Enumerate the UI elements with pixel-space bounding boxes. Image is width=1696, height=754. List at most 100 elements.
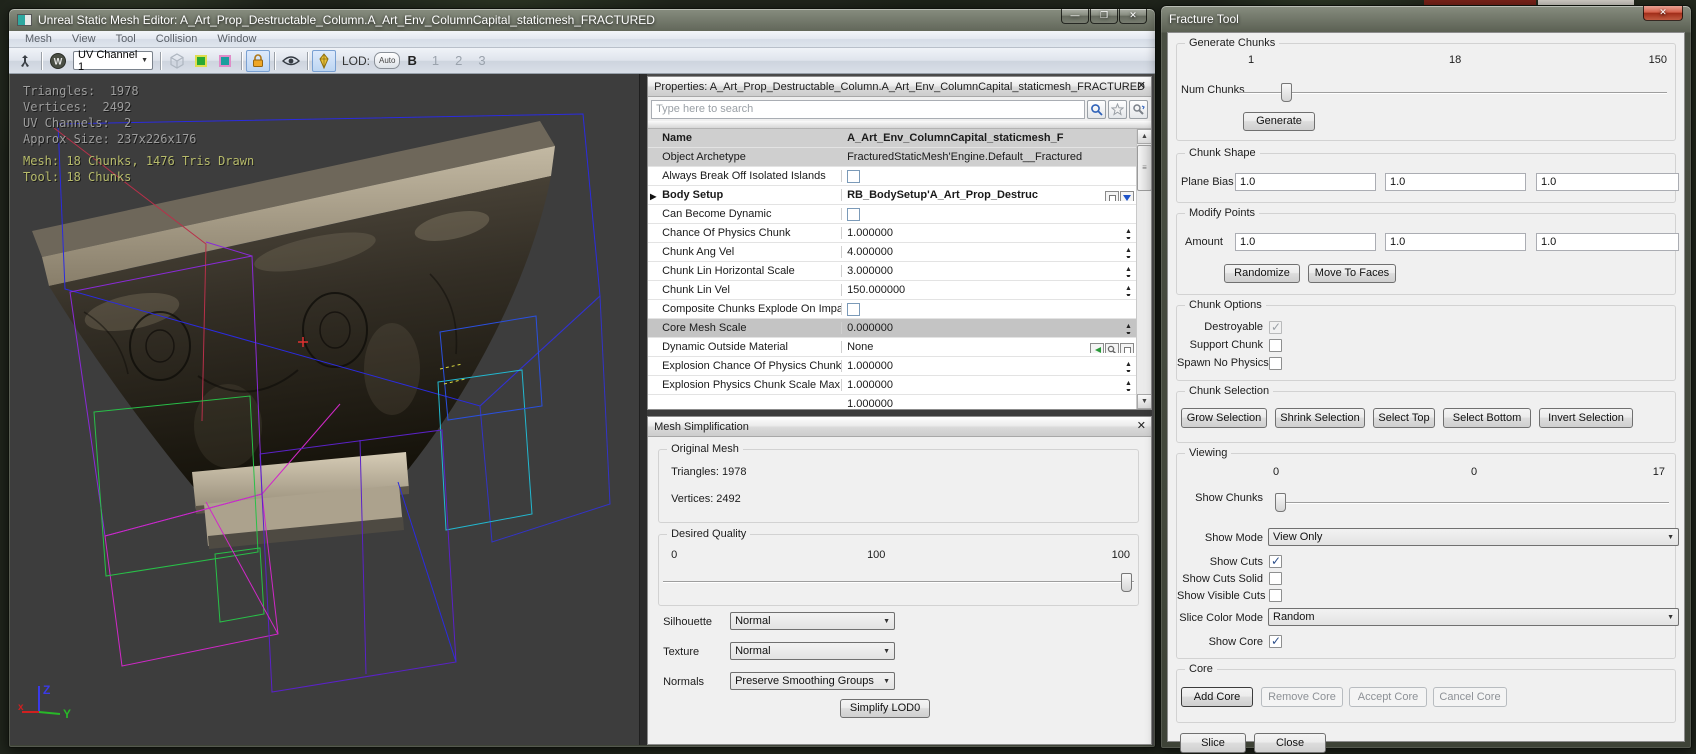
fracture-tool-button[interactable] xyxy=(312,50,336,72)
mesh-simplification-close-icon[interactable]: ✕ xyxy=(1137,419,1146,432)
property-row[interactable]: Name A_Art_Env_ColumnCapital_staticmesh_… xyxy=(648,129,1136,148)
checkbox[interactable] xyxy=(847,208,860,221)
cancel-core-button[interactable]: Cancel Core xyxy=(1433,687,1507,707)
checkbox[interactable] xyxy=(847,303,860,316)
show-core-checkbox[interactable] xyxy=(1269,635,1282,648)
quality-slider-track[interactable] xyxy=(663,581,1134,583)
show-uv-green-button[interactable] xyxy=(189,50,213,72)
fracture-titlebar[interactable]: Fracture Tool ✕ xyxy=(1161,6,1691,32)
show-mode-select[interactable]: View Only ▼ xyxy=(1268,528,1679,546)
menu-window[interactable]: Window xyxy=(209,33,268,45)
scrollbar-thumb[interactable]: ≡ xyxy=(1137,145,1151,191)
menu-mesh[interactable]: Mesh xyxy=(17,33,64,45)
realtime-button[interactable] xyxy=(279,50,303,72)
amount-x-input[interactable] xyxy=(1235,233,1376,251)
minimize-button[interactable]: — xyxy=(1061,9,1089,24)
value-spinner[interactable]: ▲▼ xyxy=(1123,380,1134,391)
uv-channel-select[interactable]: UV Channel 1 ▼ xyxy=(73,51,153,70)
randomize-button[interactable]: Randomize xyxy=(1224,264,1300,283)
move-to-faces-button[interactable]: Move To Faces xyxy=(1308,264,1396,283)
plane-bias-x-input[interactable] xyxy=(1235,173,1376,191)
num-chunks-slider-track[interactable] xyxy=(1239,92,1667,94)
property-row[interactable]: ▶Body Setup RB_BodySetup'A_Art_Prop_Dest… xyxy=(648,186,1136,205)
value-spinner[interactable]: ▲▼ xyxy=(1123,228,1134,239)
uv-overlay-button[interactable]: W xyxy=(46,50,70,72)
main-titlebar[interactable]: Unreal Static Mesh Editor: A_Art_Prop_De… xyxy=(9,9,1155,31)
silhouette-select[interactable]: Normal ▼ xyxy=(730,612,895,630)
spawn-no-physics-checkbox[interactable] xyxy=(1269,357,1282,370)
lod-3-button[interactable]: 3 xyxy=(478,53,485,68)
mesh-simplification-title[interactable]: Mesh Simplification ✕ xyxy=(648,417,1151,437)
show-chunks-slider-thumb[interactable] xyxy=(1275,493,1286,512)
plane-bias-z-input[interactable] xyxy=(1536,173,1679,191)
find-in-browser-icon[interactable] xyxy=(1105,343,1119,353)
slice-color-mode-select[interactable]: Random ▼ xyxy=(1268,608,1679,626)
lod-2-button[interactable]: 2 xyxy=(455,53,462,68)
show-uv-teal-button[interactable] xyxy=(213,50,237,72)
amount-z-input[interactable] xyxy=(1536,233,1679,251)
properties-scrollbar[interactable]: ▲ ≡ ▼ xyxy=(1136,129,1151,409)
scroll-up-icon[interactable]: ▲ xyxy=(1137,129,1151,144)
checkbox[interactable] xyxy=(847,170,860,183)
quality-slider-thumb[interactable] xyxy=(1121,573,1132,592)
invert-selection-button[interactable]: Invert Selection xyxy=(1539,408,1633,428)
properties-close-icon[interactable]: ✕ xyxy=(1137,79,1146,92)
property-row-selected[interactable]: Core Mesh Scale 0.000000 ▲▼ xyxy=(648,319,1136,338)
show-chunks-slider-track[interactable] xyxy=(1275,502,1669,504)
grow-selection-button[interactable]: Grow Selection xyxy=(1181,408,1267,428)
scroll-down-icon[interactable]: ▼ xyxy=(1137,394,1151,409)
search-button[interactable] xyxy=(1087,100,1106,119)
properties-panel-title[interactable]: Properties: A_Art_Prop_Destructable_Colu… xyxy=(648,77,1151,97)
property-row[interactable]: Always Break Off Isolated Islands xyxy=(648,167,1136,186)
plane-bias-y-input[interactable] xyxy=(1385,173,1526,191)
lock-camera-button[interactable] xyxy=(246,50,270,72)
shrink-selection-button[interactable]: Shrink Selection xyxy=(1275,408,1365,428)
search-options-button[interactable] xyxy=(1129,100,1148,119)
slice-button[interactable]: Slice xyxy=(1180,733,1246,753)
menu-view[interactable]: View xyxy=(64,33,108,45)
wireframe-button[interactable] xyxy=(165,50,189,72)
object-picker-dropdown-icon[interactable] xyxy=(1120,191,1134,201)
show-visible-cuts-checkbox[interactable] xyxy=(1269,589,1282,602)
search-input[interactable] xyxy=(651,100,1085,119)
property-row[interactable]: Can Become Dynamic xyxy=(648,205,1136,224)
close-button[interactable]: ✕ xyxy=(1119,9,1147,24)
add-core-button[interactable]: Add Core xyxy=(1181,687,1253,707)
show-object-button[interactable] xyxy=(1105,191,1119,201)
property-row[interactable]: Chunk Lin Horizontal Scale 3.000000 ▲▼ xyxy=(648,262,1136,281)
accept-core-button[interactable]: Accept Core xyxy=(1349,687,1427,707)
property-row[interactable]: Explosion Chance Of Physics Chunk 1.0000… xyxy=(648,357,1136,376)
property-row[interactable]: 1.000000 xyxy=(648,395,1136,409)
value-spinner[interactable]: ▲▼ xyxy=(1123,323,1134,334)
destroyable-checkbox[interactable] xyxy=(1269,321,1282,334)
property-row[interactable]: Composite Chunks Explode On Impact xyxy=(648,300,1136,319)
fracture-close-button[interactable]: ✕ xyxy=(1643,6,1683,21)
remove-core-button[interactable]: Remove Core xyxy=(1261,687,1343,707)
lod-1-button[interactable]: 1 xyxy=(432,53,439,68)
value-spinner[interactable]: ▲▼ xyxy=(1123,285,1134,296)
expander-icon[interactable]: ▶ xyxy=(650,192,656,201)
property-row[interactable]: Chunk Ang Vel 4.000000 ▲▼ xyxy=(648,243,1136,262)
close-fracture-button[interactable]: Close xyxy=(1254,733,1326,753)
camera-pose-button[interactable] xyxy=(13,50,37,72)
favorites-button[interactable] xyxy=(1108,100,1127,119)
value-spinner[interactable]: ▲▼ xyxy=(1123,266,1134,277)
generate-button[interactable]: Generate xyxy=(1243,112,1315,131)
property-row[interactable]: Object Archetype FracturedStaticMesh'Eng… xyxy=(648,148,1136,167)
show-cuts-checkbox[interactable] xyxy=(1269,555,1282,568)
select-bottom-button[interactable]: Select Bottom xyxy=(1443,408,1531,428)
normals-select[interactable]: Preserve Smoothing Groups ▼ xyxy=(730,672,895,690)
property-row[interactable]: Dynamic Outside Material None xyxy=(648,338,1136,357)
lod-base-button[interactable]: B xyxy=(407,53,416,68)
clear-reference-icon[interactable] xyxy=(1120,343,1134,353)
amount-y-input[interactable] xyxy=(1385,233,1526,251)
num-chunks-slider-thumb[interactable] xyxy=(1281,83,1292,102)
menu-collision[interactable]: Collision xyxy=(148,33,210,45)
show-cuts-solid-checkbox[interactable] xyxy=(1269,572,1282,585)
property-row[interactable]: Chunk Lin Vel 150.000000 ▲▼ xyxy=(648,281,1136,300)
simplify-lod0-button[interactable]: Simplify LOD0 xyxy=(840,699,930,718)
menu-tool[interactable]: Tool xyxy=(108,33,148,45)
lod-auto-button[interactable]: Auto xyxy=(374,52,400,69)
use-selected-icon[interactable] xyxy=(1090,343,1104,353)
support-chunk-checkbox[interactable] xyxy=(1269,339,1282,352)
